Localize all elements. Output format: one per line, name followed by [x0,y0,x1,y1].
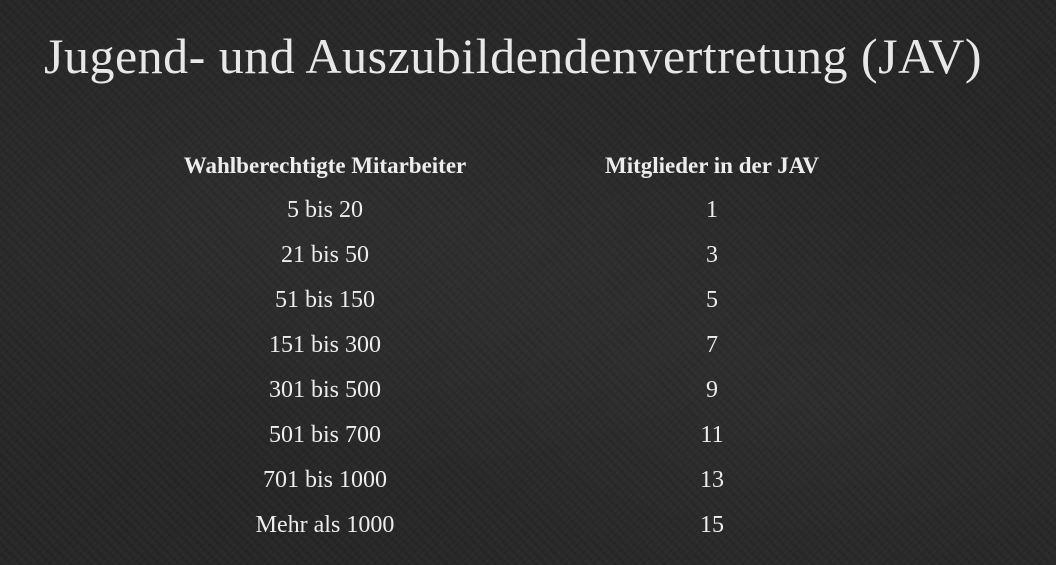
table-row: 701 bis 1000 13 [135,458,819,503]
employees-range-cell: Mehr als 1000 [255,512,395,538]
column-gap [515,323,605,368]
members-count-cell: 3 [706,242,719,268]
table-row: 501 bis 700 11 [135,413,819,458]
employees-range-cell: 5 bis 20 [286,197,363,223]
table-header: Wahlberechtigte Mitarbeiter Mitglieder i… [135,144,819,188]
members-count-cell: 15 [700,512,725,538]
employees-range-cell: 151 bis 300 [268,332,381,358]
employees-range-cell: 501 bis 700 [268,422,381,448]
table-row: Mehr als 1000 15 [135,503,819,548]
table-body: 5 bis 20 1 21 bis 50 3 51 bis 150 5 151 … [135,188,819,548]
table-row: 151 bis 300 7 [135,323,819,368]
column-gap [515,278,605,323]
table-header-row: Wahlberechtigte Mitarbeiter Mitglieder i… [135,144,819,188]
members-count-cell: 7 [706,332,719,358]
column-gap [515,503,605,548]
column-gap [515,144,605,188]
header-jav-members: Mitglieder in der JAV [605,153,820,178]
table-row: 301 bis 500 9 [135,368,819,413]
column-gap [515,413,605,458]
table-row: 51 bis 150 5 [135,278,819,323]
members-count-cell: 11 [700,422,724,448]
column-gap [515,368,605,413]
table-row: 21 bis 50 3 [135,233,819,278]
employees-range-cell: 701 bis 1000 [262,467,387,493]
employees-range-cell: 21 bis 50 [280,242,369,268]
column-gap [515,233,605,278]
members-count-cell: 5 [706,287,719,313]
column-gap [515,188,605,233]
jav-members-table: Wahlberechtigte Mitarbeiter Mitglieder i… [135,144,819,548]
header-eligible-employees: Wahlberechtigte Mitarbeiter [183,153,467,178]
members-count-cell: 9 [706,377,719,403]
slide-title: Jugend- und Auszubildendenvertretung (JA… [44,28,982,84]
slide: Jugend- und Auszubildendenvertretung (JA… [0,0,1056,565]
column-gap [515,458,605,503]
members-count-cell: 13 [700,467,725,493]
employees-range-cell: 51 bis 150 [274,287,375,313]
employees-range-cell: 301 bis 500 [268,377,381,403]
table-row: 5 bis 20 1 [135,188,819,233]
members-count-cell: 1 [706,197,719,223]
